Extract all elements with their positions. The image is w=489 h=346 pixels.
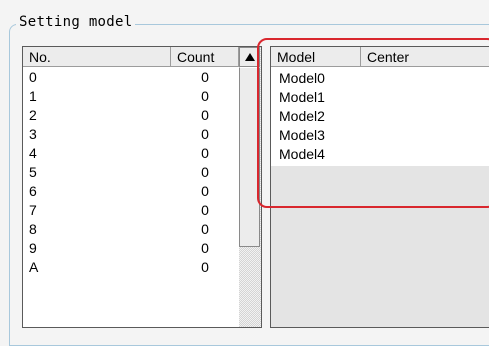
row-count: 0	[201, 259, 209, 275]
triangle-up-icon	[244, 53, 255, 61]
row-number: 4	[29, 145, 37, 161]
row-number: 9	[29, 240, 37, 256]
row-number: 2	[29, 107, 37, 123]
column-header-count[interactable]: Count	[171, 47, 239, 67]
number-count-list[interactable]: No. Count 00 10 20 30 40 50 60 70 80 90 …	[22, 46, 262, 328]
row-number: 1	[29, 88, 37, 104]
list-row[interactable]: 60	[23, 182, 238, 201]
row-number: A	[29, 259, 39, 275]
row-number: 7	[29, 202, 37, 218]
list-row[interactable]: 70	[23, 201, 238, 220]
row-count: 0	[201, 145, 209, 161]
row-count: 0	[201, 126, 209, 142]
list-row[interactable]: A0	[23, 258, 238, 277]
row-number: 8	[29, 221, 37, 237]
row-count: 0	[201, 221, 209, 237]
row-number: 0	[29, 69, 37, 85]
row-count: 0	[201, 183, 209, 199]
row-count: 0	[201, 69, 209, 85]
list-row[interactable]: 10	[23, 87, 238, 106]
row-count: 0	[201, 107, 209, 123]
row-number: 6	[29, 183, 37, 199]
list-row[interactable]: 30	[23, 125, 238, 144]
row-count: 0	[201, 240, 209, 256]
list-row[interactable]: 40	[23, 144, 238, 163]
list-row[interactable]: 00	[23, 68, 238, 87]
highlight-frame	[257, 38, 489, 208]
row-count: 0	[201, 88, 209, 104]
row-number: 3	[29, 126, 37, 142]
list-row[interactable]: 50	[23, 163, 238, 182]
list-row[interactable]: 20	[23, 106, 238, 125]
row-number: 5	[29, 164, 37, 180]
group-title: Setting model	[16, 14, 136, 30]
row-count: 0	[201, 164, 209, 180]
row-count: 0	[201, 202, 209, 218]
column-header-no[interactable]: No.	[23, 47, 171, 67]
list-row[interactable]: 90	[23, 239, 238, 258]
list-row[interactable]: 80	[23, 220, 238, 239]
